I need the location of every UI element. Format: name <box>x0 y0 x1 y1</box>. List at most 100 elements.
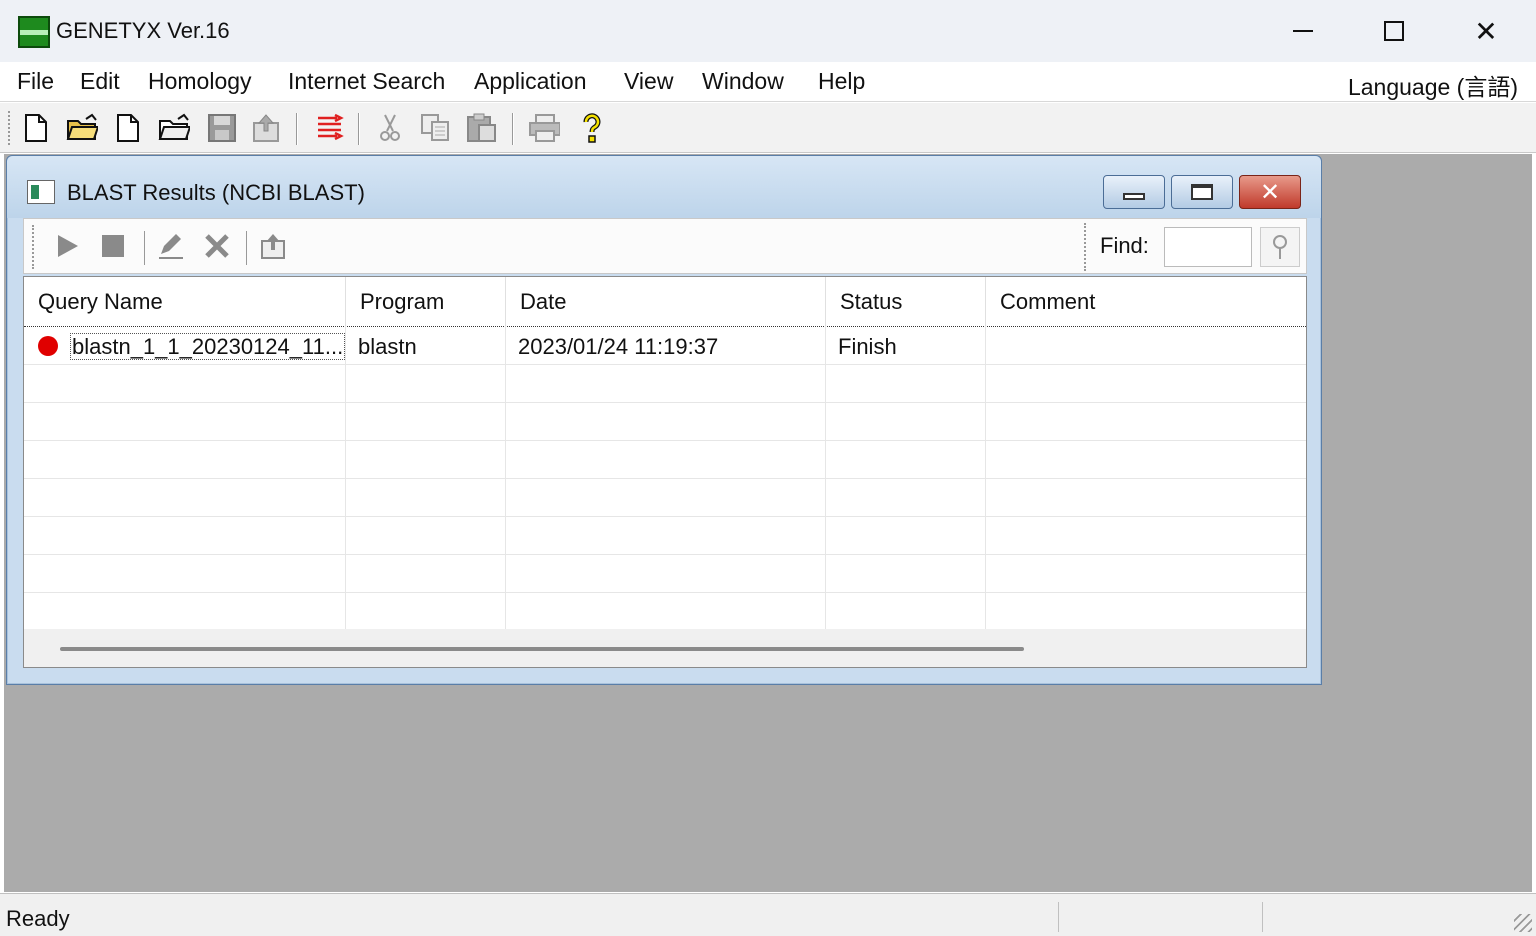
status-pane <box>1058 902 1059 932</box>
status-bar: Ready <box>0 893 1536 936</box>
copy-button[interactable] <box>420 111 452 145</box>
help-button[interactable] <box>576 111 608 145</box>
menu-language[interactable]: Language (言語) <box>1348 68 1518 102</box>
close-icon: ✕ <box>1474 15 1498 47</box>
new-sequence-button[interactable] <box>112 111 144 145</box>
save-button[interactable] <box>206 111 238 145</box>
export-icon <box>261 234 285 259</box>
menu-window[interactable]: Window <box>702 68 784 95</box>
horizontal-scrollbar[interactable] <box>24 629 1306 667</box>
blast-results-window: BLAST Results (NCBI BLAST) ✕ Find: Query… <box>6 155 1322 685</box>
pencil-icon <box>159 234 183 259</box>
toolbar-separator <box>512 113 514 145</box>
child-window-icon <box>27 180 55 204</box>
child-title-bar[interactable]: BLAST Results (NCBI BLAST) ✕ <box>7 156 1321 218</box>
new-file-icon <box>25 114 47 142</box>
empty-row <box>24 479 1306 517</box>
status-text: Ready <box>6 906 70 931</box>
cell-program: blastn <box>346 327 506 365</box>
empty-row <box>24 593 1306 631</box>
cell-query-name: blastn_1_1_20230124_11... <box>24 327 346 365</box>
paste-icon <box>467 113 496 142</box>
paste-button[interactable] <box>466 111 498 145</box>
scrollbar-thumb[interactable] <box>60 647 1024 651</box>
menu-internet-search[interactable]: Internet Search <box>288 68 445 95</box>
open-sequence-button[interactable] <box>158 111 190 145</box>
delete-x-icon <box>205 234 229 258</box>
cut-icon <box>380 114 400 141</box>
find-button[interactable] <box>1260 227 1300 267</box>
menu-homology[interactable]: Homology <box>148 68 252 95</box>
cell-date: 2023/01/24 11:19:37 <box>506 327 826 365</box>
column-header-comment[interactable]: Comment <box>986 277 1306 327</box>
empty-row <box>24 555 1306 593</box>
edit-button[interactable] <box>156 231 186 261</box>
run-button[interactable] <box>52 231 82 261</box>
table-row[interactable]: blastn_1_1_20230124_11... blastn 2023/01… <box>24 327 1306 365</box>
open-folder-button[interactable] <box>66 111 98 145</box>
status-dot-icon <box>38 336 58 356</box>
empty-row <box>24 517 1306 555</box>
maximize-button[interactable] <box>1348 8 1440 54</box>
resize-grip-icon[interactable] <box>1514 914 1532 932</box>
align-button[interactable] <box>314 111 346 145</box>
menu-help[interactable]: Help <box>818 68 865 95</box>
blast-results-list[interactable]: Query Name Program Date Status Comment b… <box>23 276 1307 668</box>
toolbar-separator <box>358 113 360 145</box>
column-header-status[interactable]: Status <box>826 277 986 327</box>
maximize-icon <box>1384 21 1404 41</box>
blast-toolbar: Find: <box>23 218 1307 274</box>
print-icon <box>529 114 560 142</box>
child-minimize-button[interactable] <box>1103 175 1165 209</box>
toolbar-grip[interactable] <box>8 111 11 145</box>
export-icon <box>253 114 279 142</box>
column-header-date[interactable]: Date <box>506 277 826 327</box>
column-header-query-name[interactable]: Query Name <box>24 277 346 327</box>
child-close-button[interactable]: ✕ <box>1239 175 1301 209</box>
export-result-button[interactable] <box>258 231 288 261</box>
main-toolbar <box>0 103 1536 153</box>
cell-status: Finish <box>826 327 986 365</box>
stop-icon <box>102 235 124 257</box>
minimize-icon <box>1293 30 1313 32</box>
open-sequence-icon <box>158 113 190 140</box>
minimize-button[interactable] <box>1257 8 1349 54</box>
find-input[interactable] <box>1164 227 1252 267</box>
menu-application[interactable]: Application <box>474 68 587 95</box>
menu-bar: File Edit Homology Internet Search Appli… <box>0 62 1536 102</box>
menu-file[interactable]: File <box>17 68 54 95</box>
query-name-text: blastn_1_1_20230124_11... <box>70 333 345 360</box>
child-restore-button[interactable] <box>1171 175 1233 209</box>
align-icon <box>318 113 344 141</box>
child-window-title: BLAST Results (NCBI BLAST) <box>67 180 365 205</box>
open-folder-icon <box>66 113 98 140</box>
cell-comment <box>986 327 1306 365</box>
delete-button[interactable] <box>202 231 232 261</box>
status-pane <box>1262 902 1263 932</box>
empty-row <box>24 365 1306 403</box>
cut-button[interactable] <box>374 111 406 145</box>
new-sequence-icon <box>117 114 139 142</box>
list-header: Query Name Program Date Status Comment <box>24 277 1306 327</box>
toolbar-grip[interactable] <box>32 225 34 269</box>
save-icon <box>208 114 236 142</box>
close-button[interactable]: ✕ <box>1440 8 1532 54</box>
export-button[interactable] <box>250 111 282 145</box>
genetyx-app-icon <box>18 16 50 48</box>
menu-view[interactable]: View <box>624 68 673 95</box>
copy-icon <box>421 114 449 141</box>
help-icon <box>583 113 601 143</box>
stop-button[interactable] <box>98 231 128 261</box>
restore-icon <box>1191 184 1213 200</box>
new-file-button[interactable] <box>20 111 52 145</box>
window-title: GENETYX Ver.16 <box>56 18 230 43</box>
minimize-icon <box>1123 192 1145 200</box>
column-header-program[interactable]: Program <box>346 277 506 327</box>
empty-row <box>24 441 1306 479</box>
find-label: Find: <box>1100 233 1149 258</box>
title-bar: GENETYX Ver.16 ✕ <box>0 0 1536 62</box>
find-toolbar-grip[interactable] <box>1084 223 1086 271</box>
print-button[interactable] <box>528 111 560 145</box>
toolbar-separator <box>246 231 247 265</box>
menu-edit[interactable]: Edit <box>80 68 120 95</box>
